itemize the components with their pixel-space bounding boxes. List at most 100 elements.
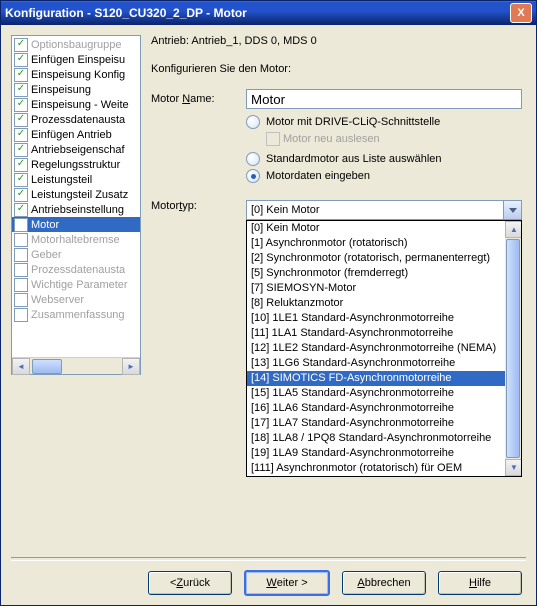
tree-item[interactable]: Zusammenfassung [12, 307, 140, 322]
tree-scrollbar[interactable]: ◄ ► [12, 357, 140, 374]
tree-item[interactable]: ✓Regelungsstruktur [12, 157, 140, 172]
dropdown-item[interactable]: [0] Kein Motor [247, 221, 505, 236]
neu-auslesen-label: Motor neu auslesen [283, 133, 380, 145]
help-button[interactable]: Hilfe [438, 571, 522, 595]
tree-item[interactable]: ✓Prozessdatenausta [12, 112, 140, 127]
tree-checkbox[interactable]: ✓ [14, 38, 28, 52]
close-button[interactable]: X [510, 3, 532, 23]
step-tree: ✓Optionsbaugruppe✓Einfügen Einspeisu✓Ein… [11, 35, 141, 375]
radio-drivecliq[interactable] [246, 115, 260, 129]
cancel-button[interactable]: Abbrechen [342, 571, 426, 595]
tree-checkbox[interactable] [14, 278, 28, 292]
combobox-dropdown-button[interactable] [503, 201, 521, 219]
dropdown-item[interactable]: [17] 1LA7 Standard-Asynchronmotorreihe [247, 416, 505, 431]
tree-item[interactable]: ✓Einfügen Antrieb [12, 127, 140, 142]
tree-item[interactable]: Webserver [12, 292, 140, 307]
dropdown-item[interactable]: [12] 1LE2 Standard-Asynchronmotorreihe (… [247, 341, 505, 356]
motor-name-input[interactable] [246, 89, 522, 109]
tree-item[interactable]: Motorhaltebremse [12, 232, 140, 247]
motor-name-label: Motor Name: [151, 93, 246, 105]
radio-standard-label: Standardmotor aus Liste auswählen [266, 153, 442, 165]
dropdown-item[interactable]: [10] 1LE1 Standard-Asynchronmotorreihe [247, 311, 505, 326]
tree-item[interactable]: Motor [12, 217, 140, 232]
tree-item[interactable]: ✓Optionsbaugruppe [12, 37, 140, 52]
tree-item-label: Motor [31, 219, 59, 231]
motortyp-dropdown[interactable]: [0] Kein Motor[1] Asynchronmotor (rotato… [246, 220, 522, 477]
form-area: Antrieb: Antrieb_1, DDS 0, MDS 0 Konfigu… [151, 35, 526, 557]
motortyp-selected-text: [0] Kein Motor [247, 204, 503, 216]
next-button[interactable]: Weiter > [244, 570, 330, 596]
tree-item[interactable]: Wichtige Parameter [12, 277, 140, 292]
tree-checkbox[interactable]: ✓ [14, 53, 28, 67]
tree-item[interactable]: Prozessdatenausta [12, 262, 140, 277]
dropdown-list[interactable]: [0] Kein Motor[1] Asynchronmotor (rotato… [247, 221, 505, 476]
tree-checkbox[interactable]: ✓ [14, 173, 28, 187]
dropdown-item[interactable]: [14] SIMOTICS FD-Asynchronmotorreihe [247, 371, 505, 386]
dropdown-item[interactable]: [2] Synchronmotor (rotatorisch, permanen… [247, 251, 505, 266]
tree-checkbox[interactable]: ✓ [14, 203, 28, 217]
tree-item-label: Zusammenfassung [31, 309, 125, 321]
dropdown-item[interactable]: [19] 1LA9 Standard-Asynchronmotorreihe [247, 446, 505, 461]
scroll-down-button[interactable]: ▼ [505, 459, 522, 476]
tree-checkbox[interactable] [14, 263, 28, 277]
dropdown-item[interactable]: [1] Asynchronmotor (rotatorisch) [247, 236, 505, 251]
radio-standard-row[interactable]: Standardmotor aus Liste auswählen [246, 152, 522, 166]
dropdown-scrollbar[interactable]: ▲ ▼ [505, 221, 521, 476]
tree-checkbox[interactable] [14, 233, 28, 247]
tree-checkbox[interactable]: ✓ [14, 128, 28, 142]
tree-item[interactable]: ✓Einspeisung Konfig [12, 67, 140, 82]
tree-checkbox[interactable]: ✓ [14, 188, 28, 202]
tree-item-label: Optionsbaugruppe [31, 39, 122, 51]
tree-checkbox[interactable] [14, 248, 28, 262]
window-title: Konfiguration - S120_CU320_2_DP - Motor [5, 6, 247, 20]
dropdown-item[interactable]: [16] 1LA6 Standard-Asynchronmotorreihe [247, 401, 505, 416]
dropdown-item[interactable]: [7] SIEMOSYN-Motor [247, 281, 505, 296]
tree-item[interactable]: ✓Leistungsteil Zusatz [12, 187, 140, 202]
tree-checkbox[interactable]: ✓ [14, 98, 28, 112]
tree-item-label: Einspeisung Konfig [31, 69, 125, 81]
tree-checkbox[interactable]: ✓ [14, 68, 28, 82]
dropdown-item[interactable]: [8] Reluktanzmotor [247, 296, 505, 311]
tree-checkbox[interactable] [14, 218, 28, 232]
scroll-thumb[interactable] [32, 359, 62, 374]
tree-item[interactable]: Geber [12, 247, 140, 262]
scroll-up-button[interactable]: ▲ [505, 221, 522, 238]
step-tree-list[interactable]: ✓Optionsbaugruppe✓Einfügen Einspeisu✓Ein… [12, 36, 140, 357]
tree-item-label: Prozessdatenausta [31, 264, 125, 276]
back-button[interactable]: < Zurück [148, 571, 232, 595]
tree-item[interactable]: ✓Einfügen Einspeisu [12, 52, 140, 67]
dropdown-item[interactable]: [18] 1LA8 / 1PQ8 Standard-Asynchronmotor… [247, 431, 505, 446]
chevron-down-icon [509, 208, 517, 213]
tree-item[interactable]: ✓Antriebseigenschaf [12, 142, 140, 157]
tree-item[interactable]: ✓Einspeisung [12, 82, 140, 97]
radio-standard[interactable] [246, 152, 260, 166]
tree-checkbox[interactable]: ✓ [14, 113, 28, 127]
configure-label: Konfigurieren Sie den Motor: [151, 63, 522, 75]
tree-item[interactable]: ✓Einspeisung - Weite [12, 97, 140, 112]
dropdown-item[interactable]: [5] Synchronmotor (fremderregt) [247, 266, 505, 281]
dropdown-scroll-thumb[interactable] [506, 239, 520, 458]
radio-motordaten-row[interactable]: Motordaten eingeben [246, 169, 522, 183]
motor-source-options: Motor mit DRIVE-CLiQ-Schnittstelle Motor… [246, 115, 522, 186]
tree-item-label: Einfügen Einspeisu [31, 54, 125, 66]
motortyp-combobox[interactable]: [0] Kein Motor [246, 200, 522, 220]
scroll-left-button[interactable]: ◄ [12, 358, 30, 375]
dropdown-item[interactable]: [13] 1LG6 Standard-Asynchronmotorreihe [247, 356, 505, 371]
tree-checkbox[interactable] [14, 308, 28, 322]
scroll-right-button[interactable]: ► [122, 358, 140, 375]
radio-motordaten[interactable] [246, 169, 260, 183]
tree-checkbox[interactable]: ✓ [14, 143, 28, 157]
tree-item[interactable]: ✓Leistungsteil [12, 172, 140, 187]
motortyp-label: Motortyp: [151, 200, 246, 212]
radio-drivecliq-row[interactable]: Motor mit DRIVE-CLiQ-Schnittstelle [246, 115, 522, 129]
tree-item[interactable]: ✓Antriebseinstellung [12, 202, 140, 217]
tree-checkbox[interactable]: ✓ [14, 158, 28, 172]
tree-item-label: Wichtige Parameter [31, 279, 128, 291]
tree-checkbox[interactable] [14, 293, 28, 307]
sub-neu-auslesen-row: Motor neu auslesen [266, 132, 522, 146]
dropdown-item[interactable]: [111] Asynchronmotor (rotatorisch) für O… [247, 461, 505, 476]
tree-item-label: Regelungsstruktur [31, 159, 120, 171]
dropdown-item[interactable]: [15] 1LA5 Standard-Asynchronmotorreihe [247, 386, 505, 401]
tree-checkbox[interactable]: ✓ [14, 83, 28, 97]
dropdown-item[interactable]: [11] 1LA1 Standard-Asynchronmotorreihe [247, 326, 505, 341]
